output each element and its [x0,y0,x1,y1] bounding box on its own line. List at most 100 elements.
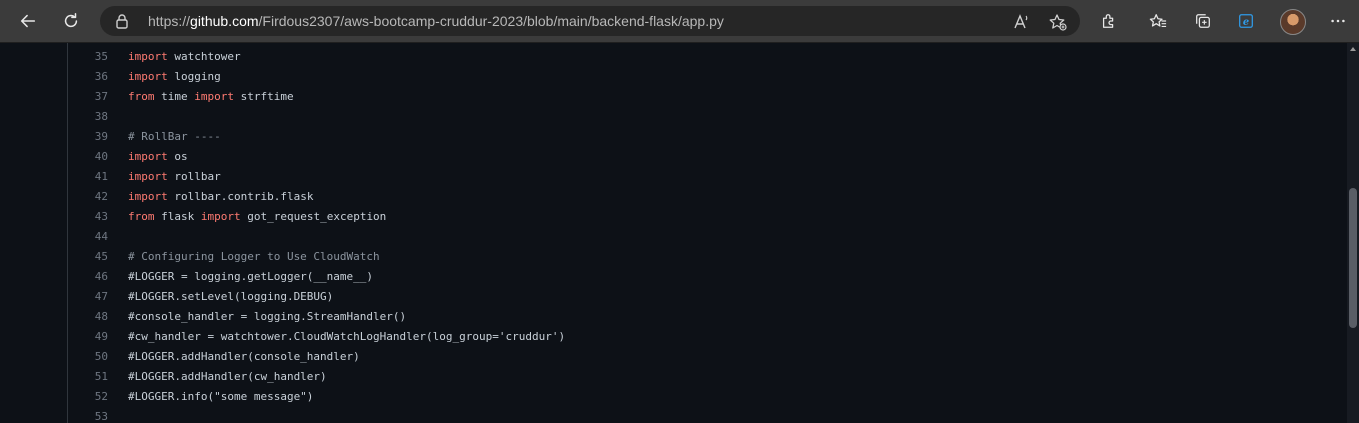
code-line: 48 #console_handler = logging.StreamHandl… [68,307,1283,327]
read-aloud-icon[interactable] [1012,13,1030,31]
code-keyword: import [128,150,168,163]
code-token: strftime [234,90,294,103]
browser-toolbar: https://github.com/Firdous2307/aws-bootc… [0,0,1359,43]
url-text[interactable]: https://github.com/Firdous2307/aws-bootc… [148,13,724,29]
line-number[interactable]: 45 [68,247,108,267]
scrollbar-thumb[interactable] [1349,188,1357,328]
back-arrow-icon[interactable] [14,7,42,35]
code-token: #LOGGER = logging.getLogger(__name__) [128,270,374,283]
page-scrollbar[interactable] [1347,43,1359,423]
code-text: import rollbar.contrib.flask [128,187,313,207]
code-text: # RollBar ---- [128,127,221,147]
code-line: 50 #LOGGER.addHandler(console_handler) [68,347,1283,367]
scroll-up-arrow-icon[interactable] [1350,47,1356,51]
code-text: import rollbar [128,167,221,187]
line-number[interactable]: 42 [68,187,108,207]
code-line: 39 # RollBar ---- [68,127,1283,147]
code-comment: # RollBar ---- [128,130,221,143]
code-text: import watchtower [128,47,241,67]
line-number[interactable]: 38 [68,107,108,127]
line-number[interactable]: 51 [68,367,108,387]
code-text: import logging [128,67,221,87]
code-line: 47 #LOGGER.setLevel(logging.DEBUG) [68,287,1283,307]
code-token: #LOGGER.setLevel(logging.DEBUG) [128,290,334,303]
refresh-icon[interactable] [57,7,85,35]
line-number[interactable]: 40 [68,147,108,167]
profile-avatar[interactable] [1280,9,1306,35]
line-number[interactable]: 44 [68,227,108,247]
line-number[interactable]: 43 [68,207,108,227]
code-text: #LOGGER.setLevel(logging.DEBUG) [128,287,333,307]
line-number[interactable]: 53 [68,407,108,423]
code-token: logging [167,70,221,83]
code-keyword: import [128,70,168,83]
code-line: 41 import rollbar [68,167,1283,187]
code-token: #LOGGER.addHandler(console_handler) [128,350,360,363]
url-path: /Firdous2307/aws-bootcamp-cruddur-2023/b… [258,13,724,29]
line-number[interactable]: 46 [68,267,108,287]
code-token: #LOGGER.info("some message") [128,390,314,403]
code-keyword: from [128,90,155,103]
code-line: 43 from flask import got_request_exceptio… [68,207,1283,227]
code-token: time [154,90,195,103]
line-number[interactable]: 50 [68,347,108,367]
lock-icon[interactable] [114,13,130,29]
code-line: 45 # Configuring Logger to Use CloudWatch [68,247,1283,267]
svg-text:e: e [1243,17,1249,28]
code-keyword: import [200,210,241,223]
line-number[interactable]: 35 [68,47,108,67]
line-number[interactable]: 37 [68,87,108,107]
code-line: 35 import watchtower [68,47,1283,67]
code-keyword: import [194,90,234,103]
code-token: #LOGGER.addHandler(cw_handler) [128,370,327,383]
code-token: os [167,150,188,163]
page-right-margin [1283,43,1343,423]
code-viewer: 34# CloudWatch Logs35import watchtower36… [67,43,1284,423]
address-bar[interactable]: https://github.com/Firdous2307/aws-bootc… [100,6,1080,36]
line-number[interactable]: 49 [68,327,108,347]
code-token: flask [154,210,201,223]
line-number[interactable]: 39 [68,127,108,147]
extensions-icon[interactable] [1095,7,1123,35]
internet-explorer-mode-icon[interactable]: e [1232,7,1260,35]
add-favorite-icon[interactable] [1049,13,1067,31]
code-line: 52 #LOGGER.info("some message") [68,387,1283,407]
code-token: rollbar [167,170,221,183]
line-number[interactable]: 41 [68,167,108,187]
code-line: 36 import logging [68,67,1283,87]
code-line: 46 #LOGGER = logging.getLogger(__name__) [68,267,1283,287]
code-token: watchtower [167,50,241,63]
code-text: #cw_handler = watchtower.CloudWatchLogHa… [128,327,565,347]
code-line: 42 import rollbar.contrib.flask [68,187,1283,207]
code-comment: # Configuring Logger to Use CloudWatch [128,250,380,263]
url-host: github.com [190,13,259,29]
code-text: #LOGGER.addHandler(cw_handler) [128,367,327,387]
code-keyword: import [128,170,168,183]
code-token: #console_handler = logging.StreamHandler… [128,310,407,323]
favorites-icon[interactable] [1144,7,1172,35]
line-number[interactable]: 48 [68,307,108,327]
code-token: rollbar.contrib.flask [167,190,314,203]
line-number[interactable]: 47 [68,287,108,307]
code-text: #console_handler = logging.StreamHandler… [128,307,406,327]
code-line: 40 import os [68,147,1283,167]
code-keyword: from [128,210,155,223]
code-keyword: import [128,50,168,63]
code-keyword: import [128,190,168,203]
code-text: import os [128,147,188,167]
more-options-icon[interactable] [1324,7,1352,35]
code-text: from flask import got_request_exception [128,207,386,227]
code-line: 49 #cw_handler = watchtower.CloudWatchLog… [68,327,1283,347]
line-number[interactable]: 36 [68,67,108,87]
page-left-margin [0,43,68,423]
code-text: # Configuring Logger to Use CloudWatch [128,247,380,267]
code-token: got_request_exception [240,210,387,223]
collections-icon[interactable] [1189,7,1217,35]
code-text: #LOGGER.info("some message") [128,387,313,407]
code-line: 37 from time import strftime [68,87,1283,107]
code-text: from time import strftime [128,87,294,107]
line-number[interactable]: 52 [68,387,108,407]
code-token: #cw_handler = watchtower.CloudWatchLogHa… [128,330,566,343]
code-text: #LOGGER = logging.getLogger(__name__) [128,267,373,287]
code-line: 53 [68,407,1283,423]
